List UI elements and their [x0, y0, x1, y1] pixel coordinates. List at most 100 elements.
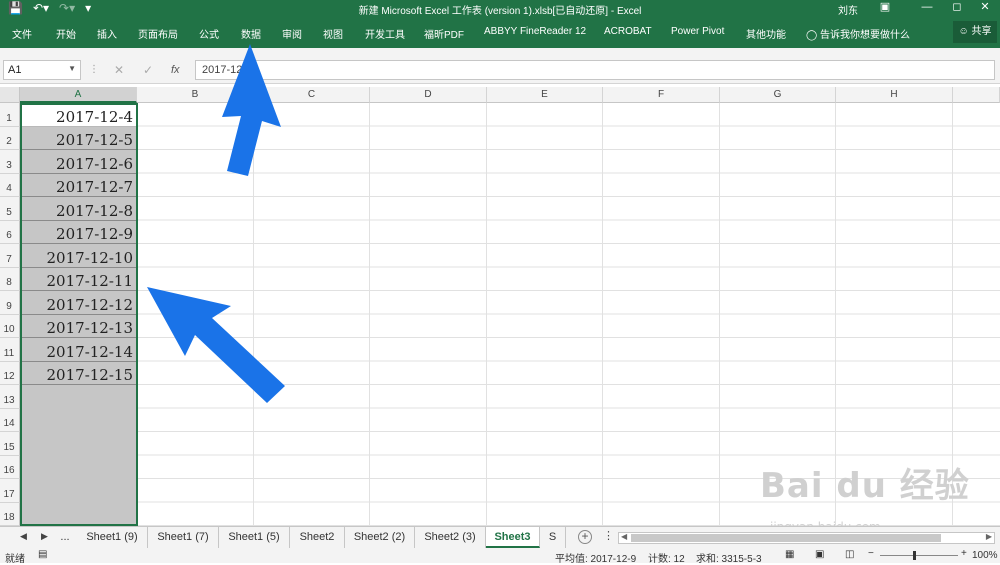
cell-a8[interactable]: 2017-12-11 — [20, 267, 137, 291]
enter-icon[interactable]: ✓ — [143, 63, 153, 77]
row-header-8[interactable]: 8 — [0, 267, 20, 291]
row-header-11[interactable]: 11 — [0, 338, 20, 362]
user-name[interactable]: 刘东 — [838, 2, 858, 17]
cell-a10[interactable]: 2017-12-13 — [20, 314, 137, 338]
cell-a7[interactable]: 2017-12-10 — [20, 244, 137, 268]
scroll-left-icon[interactable]: ◀ — [621, 532, 627, 541]
select-all-button[interactable] — [0, 87, 20, 103]
cell-a11[interactable]: 2017-12-14 — [20, 338, 137, 362]
cell-a1[interactable]: 2017-12-4 — [20, 103, 137, 127]
tab-review[interactable]: 审阅 — [282, 26, 302, 41]
prev-sheet-icon[interactable]: ◀ — [20, 531, 27, 542]
formula-input[interactable]: 2017-12-4 — [195, 60, 995, 80]
sheet-tab-sheet2-2[interactable]: Sheet2 (2) — [345, 527, 415, 548]
row-header-4[interactable]: 4 — [0, 173, 20, 197]
baidu-watermark: Bai du 经验 jingyan.baidu.com — [760, 458, 970, 534]
row-header-7[interactable]: 7 — [0, 244, 20, 268]
column-header-b[interactable]: B — [137, 87, 254, 103]
tab-other[interactable]: 其他功能 — [746, 26, 786, 41]
tab-file[interactable]: 文件 — [12, 26, 32, 41]
sheet-tab-sheet1-5[interactable]: Sheet1 (5) — [219, 527, 290, 548]
page-layout-view-icon[interactable]: ▣ — [815, 549, 824, 560]
chevron-down-icon[interactable]: ▼ — [68, 64, 76, 73]
column-header-a[interactable]: A — [20, 87, 137, 103]
row-header-12[interactable]: 12 — [0, 361, 20, 385]
row-header-18[interactable]: 18 — [0, 502, 20, 526]
column-header-c[interactable]: C — [254, 87, 370, 103]
sheet-tab-sheet1-7[interactable]: Sheet1 (7) — [148, 527, 219, 548]
tell-me-box[interactable]: ◯ 告诉我你想要做什么 — [806, 26, 910, 41]
macro-record-icon[interactable]: ▤ — [38, 549, 47, 560]
cell-a6[interactable]: 2017-12-9 — [20, 220, 137, 244]
tab-split-grip-icon[interactable]: ⋮ — [603, 529, 614, 542]
ribbon-tabs: 文件 开始 插入 页面布局 公式 数据 审阅 视图 开发工具 福昕PDF ABB… — [0, 17, 1000, 48]
horizontal-scrollbar[interactable]: ◀ ▶ — [618, 532, 995, 544]
cell-a4[interactable]: 2017-12-7 — [20, 173, 137, 197]
tab-power-pivot[interactable]: Power Pivot — [671, 26, 724, 37]
sheet-tab-sheet3[interactable]: Sheet3 — [486, 527, 540, 548]
zoom-slider[interactable] — [880, 555, 958, 556]
sheet-tab-bar: ◀ ▶ ... Sheet1 (9) Sheet1 (7) Sheet1 (5)… — [0, 526, 1000, 548]
row-header-5[interactable]: 5 — [0, 197, 20, 221]
sheet-tab-sheet1-9[interactable]: Sheet1 (9) — [77, 527, 148, 548]
row-header-16[interactable]: 16 — [0, 455, 20, 479]
add-sheet-icon[interactable]: + — [578, 530, 592, 544]
row-header-10[interactable]: 10 — [0, 314, 20, 338]
tab-data[interactable]: 数据 — [241, 26, 261, 41]
tab-acrobat[interactable]: ACROBAT — [604, 26, 652, 37]
ribbon-collapsed-area — [0, 48, 1000, 58]
sheet-tab-sheet2-3[interactable]: Sheet2 (3) — [415, 527, 486, 548]
column-header-d[interactable]: D — [370, 87, 487, 103]
row-header-14[interactable]: 14 — [0, 408, 20, 432]
maximize-button[interactable]: ◻ — [942, 0, 972, 17]
name-box[interactable]: A1 ▼ — [3, 60, 81, 80]
column-header-f[interactable]: F — [603, 87, 720, 103]
column-header-e[interactable]: E — [487, 87, 603, 103]
tab-page-layout[interactable]: 页面布局 — [138, 26, 178, 41]
cell-a5[interactable]: 2017-12-8 — [20, 197, 137, 221]
scrollbar-thumb[interactable] — [631, 534, 941, 542]
tab-abbyy[interactable]: ABBYY FineReader 12 — [484, 26, 586, 37]
sheet-tab-sheet2[interactable]: Sheet2 — [290, 527, 345, 548]
cell-a9[interactable]: 2017-12-12 — [20, 291, 137, 315]
share-button[interactable]: ☺ 共享 — [953, 21, 997, 43]
cancel-icon[interactable]: ✕ — [114, 63, 124, 77]
column-header-i[interactable] — [953, 87, 1000, 103]
ribbon-display-options-icon[interactable]: ▣ — [870, 0, 900, 17]
tab-foxit-pdf[interactable]: 福昕PDF — [424, 26, 464, 41]
column-header-g[interactable]: G — [720, 87, 836, 103]
row-header-9[interactable]: 9 — [0, 291, 20, 315]
row-header-13[interactable]: 13 — [0, 385, 20, 409]
column-header-h[interactable]: H — [836, 87, 953, 103]
cell-a12[interactable]: 2017-12-15 — [20, 361, 137, 385]
formula-bar-grip-icon[interactable]: ⋮ — [89, 64, 99, 75]
cell-a2[interactable]: 2017-12-5 — [20, 126, 137, 150]
scroll-right-icon[interactable]: ▶ — [986, 532, 992, 541]
tab-formulas[interactable]: 公式 — [199, 26, 219, 41]
row-header-6[interactable]: 6 — [0, 220, 20, 244]
zoom-in-icon[interactable]: + — [961, 548, 967, 559]
row-header-2[interactable]: 2 — [0, 126, 20, 150]
watermark-brand: Bai du 经验 — [760, 466, 970, 506]
row-header-3[interactable]: 3 — [0, 150, 20, 174]
zoom-out-icon[interactable]: − — [868, 548, 874, 559]
row-header-17[interactable]: 17 — [0, 479, 20, 503]
tab-developer[interactable]: 开发工具 — [365, 26, 405, 41]
minimize-button[interactable]: — — [912, 0, 942, 17]
tab-view[interactable]: 视图 — [323, 26, 343, 41]
person-icon: ☺ — [958, 26, 969, 37]
page-break-view-icon[interactable]: ◫ — [845, 549, 854, 560]
zoom-slider-thumb[interactable] — [913, 551, 916, 560]
cell-a3[interactable]: 2017-12-6 — [20, 150, 137, 174]
zoom-level[interactable]: 100% — [972, 550, 998, 561]
row-header-1[interactable]: 1 — [0, 103, 20, 127]
row-header-15[interactable]: 15 — [0, 432, 20, 456]
close-button[interactable]: ✕ — [970, 0, 1000, 17]
sheet-tab-overflow[interactable]: S — [540, 527, 566, 548]
normal-view-icon[interactable]: ▦ — [785, 549, 794, 560]
tab-insert[interactable]: 插入 — [97, 26, 117, 41]
tab-home[interactable]: 开始 — [56, 26, 76, 41]
sheet-tab-more[interactable]: ... — [54, 527, 76, 548]
next-sheet-icon[interactable]: ▶ — [41, 531, 48, 542]
insert-function-icon[interactable]: fx — [171, 64, 180, 76]
